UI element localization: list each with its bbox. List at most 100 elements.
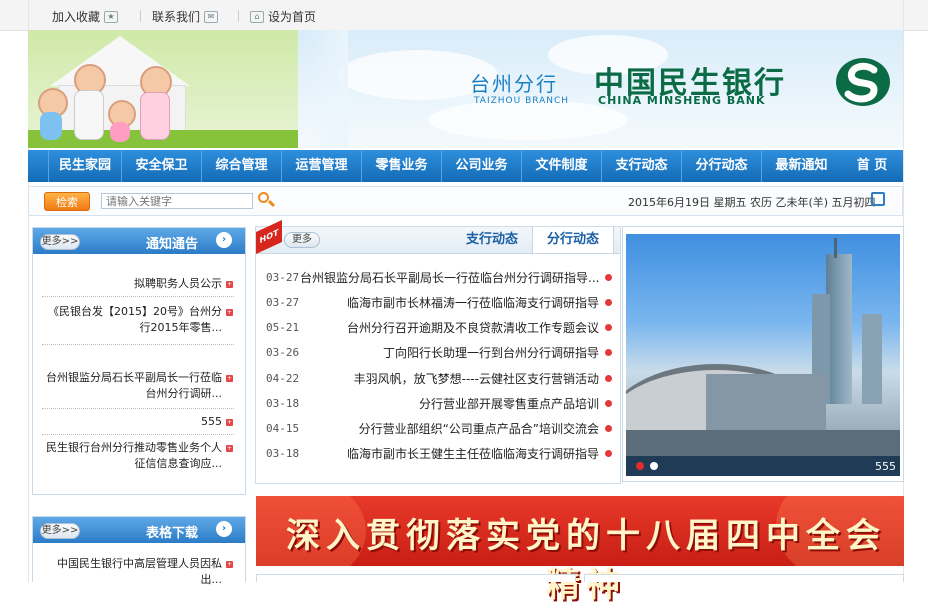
child-body <box>110 122 130 142</box>
news-date: 03-27 <box>266 270 300 284</box>
nav-item[interactable]: 文件制度 <box>521 150 601 182</box>
chevron-right-icon[interactable]: › <box>216 521 232 537</box>
search-button[interactable]: 检索 <box>44 192 90 211</box>
news-title: 临海市副市长林福涛一行莅临临海支行调研指导 <box>346 295 599 310</box>
news-more-button[interactable]: 更多 <box>284 232 320 248</box>
bullet-icon: + <box>226 309 233 316</box>
nav-item[interactable]: 分行动态 <box>681 150 761 182</box>
photo-caption: 555 <box>875 460 896 473</box>
nav-item[interactable]: 公司业务 <box>441 150 521 182</box>
news-title: 丁向阳行长助理一行到台州分行调研指导 <box>382 345 599 360</box>
more-label: 更多>> <box>41 236 79 247</box>
nav-item[interactable]: 综合管理 <box>201 150 281 182</box>
adult-body <box>140 92 170 140</box>
more-label: 更多 <box>292 234 312 245</box>
nav-item[interactable]: 运营管理 <box>281 150 361 182</box>
slider-dot[interactable] <box>650 462 658 470</box>
news-date: 03-26 <box>266 345 300 359</box>
bullet-icon <box>605 273 612 281</box>
chevron-right-icon[interactable]: › <box>216 232 232 248</box>
set-homepage-link[interactable]: ⌂ 设为首页 <box>250 8 316 25</box>
tab-subbranch-news[interactable]: 支行动态 <box>452 227 532 253</box>
add-favorite-label: 加入收藏 <box>52 10 101 24</box>
news-title: 台州银监分局石长平副局长一行莅临台州分行调研指导... <box>300 270 600 285</box>
nav-item[interactable]: 最新通知 <box>761 150 841 182</box>
topbar-separator <box>140 10 141 22</box>
notice-panel-title: 通知通告 <box>146 237 199 252</box>
search-button-label: 检索 <box>56 196 78 209</box>
news-date: 04-15 <box>266 421 300 435</box>
bullet-icon <box>605 399 612 407</box>
contact-us-link[interactable]: 联系我们 ✉ <box>152 8 219 25</box>
news-item[interactable]: 03-18 分行营业部开展零售重点产品培训 <box>266 391 612 415</box>
news-photo[interactable] <box>626 234 900 456</box>
photo-caption-bar <box>626 456 900 476</box>
news-date: 03-27 <box>266 295 300 309</box>
list-item[interactable]: 拟聘职务人员公示 <box>42 276 222 292</box>
tab-branch-news[interactable]: 分行动态 <box>532 227 614 253</box>
bullet-icon: + <box>226 561 233 568</box>
set-homepage-label: 设为首页 <box>268 10 317 24</box>
mail-icon: ✉ <box>204 10 219 23</box>
list-divider <box>42 296 234 297</box>
home-icon: ⌂ <box>250 10 264 23</box>
news-item[interactable]: 05-21 台州分行召开逾期及不良贷款清收工作专题会议 <box>266 315 612 339</box>
news-date: 03-18 <box>266 446 300 460</box>
news-title: 分行营业部开展零售重点产品培训 <box>418 396 599 411</box>
news-date: 05-21 <box>266 320 300 334</box>
bank-name-en: CHINA MINSHENG BANK <box>598 94 766 107</box>
news-title: 分行营业部组织“公司重点产品合”培训交流会 <box>358 421 599 436</box>
news-item[interactable]: 03-27 临海市副市长林福涛一行莅临临海支行调研指导 <box>266 290 612 314</box>
date-display: 2015年6月19日 星期五 农历 乙未年(羊) 五月初四 <box>628 196 876 209</box>
bullet-icon <box>605 449 612 457</box>
nav-item[interactable]: 民生家园 <box>48 150 121 182</box>
bullet-icon: + <box>226 375 233 382</box>
nav-item[interactable]: 零售业务 <box>361 150 441 182</box>
bullet-icon: + <box>226 281 233 288</box>
calendar-icon <box>871 192 885 206</box>
minsheng-logo-icon <box>836 58 890 106</box>
waterfront <box>626 430 900 456</box>
nav-item[interactable]: 安全保卫 <box>121 150 201 182</box>
list-item[interactable]: 555 <box>42 414 222 430</box>
topbar-separator <box>238 10 239 22</box>
tower-spire <box>834 238 837 258</box>
add-favorite-link[interactable]: 加入收藏 ★ <box>52 8 119 25</box>
download-more-button[interactable]: 更多>> <box>40 523 80 539</box>
list-item[interactable]: 中国民生银行中高层管理人员因私出... <box>42 556 222 588</box>
slogan-text: 深入贯彻落实党的十八届四中全会精神 <box>286 516 886 605</box>
slider-dot-active[interactable] <box>636 462 644 470</box>
news-date: 04-22 <box>266 371 300 385</box>
list-item[interactable]: 台州银监分局石长平副局长一行莅临台州分行调研... <box>42 370 222 402</box>
bullet-icon <box>605 424 612 432</box>
news-item[interactable]: 03-27 台州银监分局石长平副局长一行莅临台州分行调研指导... <box>266 265 612 289</box>
branch-name-cn: 台州分行 <box>470 72 558 96</box>
search-input[interactable] <box>101 193 253 209</box>
list-divider <box>42 344 234 345</box>
news-item[interactable]: 03-26 丁向阳行长助理一行到台州分行调研指导 <box>266 340 612 364</box>
building <box>862 314 882 404</box>
child-body <box>40 112 62 140</box>
news-title: 丰羽风帆，放飞梦想----云健社区支行营销活动 <box>353 371 599 386</box>
notice-more-button[interactable]: 更多>> <box>40 234 80 250</box>
bullet-icon <box>605 348 612 356</box>
bullet-icon <box>605 323 612 331</box>
family-illustration <box>28 30 298 148</box>
news-item[interactable]: 04-22 丰羽风帆，放飞梦想----云健社区支行营销活动 <box>266 366 612 390</box>
news-item[interactable]: 04-15 分行营业部组织“公司重点产品合”培训交流会 <box>266 416 612 440</box>
list-divider <box>42 408 234 409</box>
list-item[interactable]: 民生银行台州分行推动零售业务个人征信信息查询应... <box>42 440 222 472</box>
building-row <box>706 374 826 434</box>
bullet-icon <box>605 298 612 306</box>
nav-item[interactable]: 支行动态 <box>601 150 681 182</box>
news-date: 03-18 <box>266 396 300 410</box>
adult-body <box>74 90 104 140</box>
bottom-panel <box>256 574 576 582</box>
nav-item[interactable]: 首 页 <box>841 150 903 182</box>
main-nav: 首 页 最新通知 分行动态 支行动态 文件制度 公司业务 零售业务 运营管理 综… <box>28 150 903 182</box>
news-title: 台州分行召开逾期及不良贷款清收工作专题会议 <box>346 320 599 335</box>
branch-name-en: TAIZHOU BRANCH <box>474 96 570 106</box>
list-item[interactable]: 《民银台发【2015】20号》台州分行2015年零售... <box>42 304 222 336</box>
bullet-icon: + <box>226 445 233 452</box>
news-item[interactable]: 03-18 临海市副市长王健生主任莅临临海支行调研指导 <box>266 441 612 465</box>
